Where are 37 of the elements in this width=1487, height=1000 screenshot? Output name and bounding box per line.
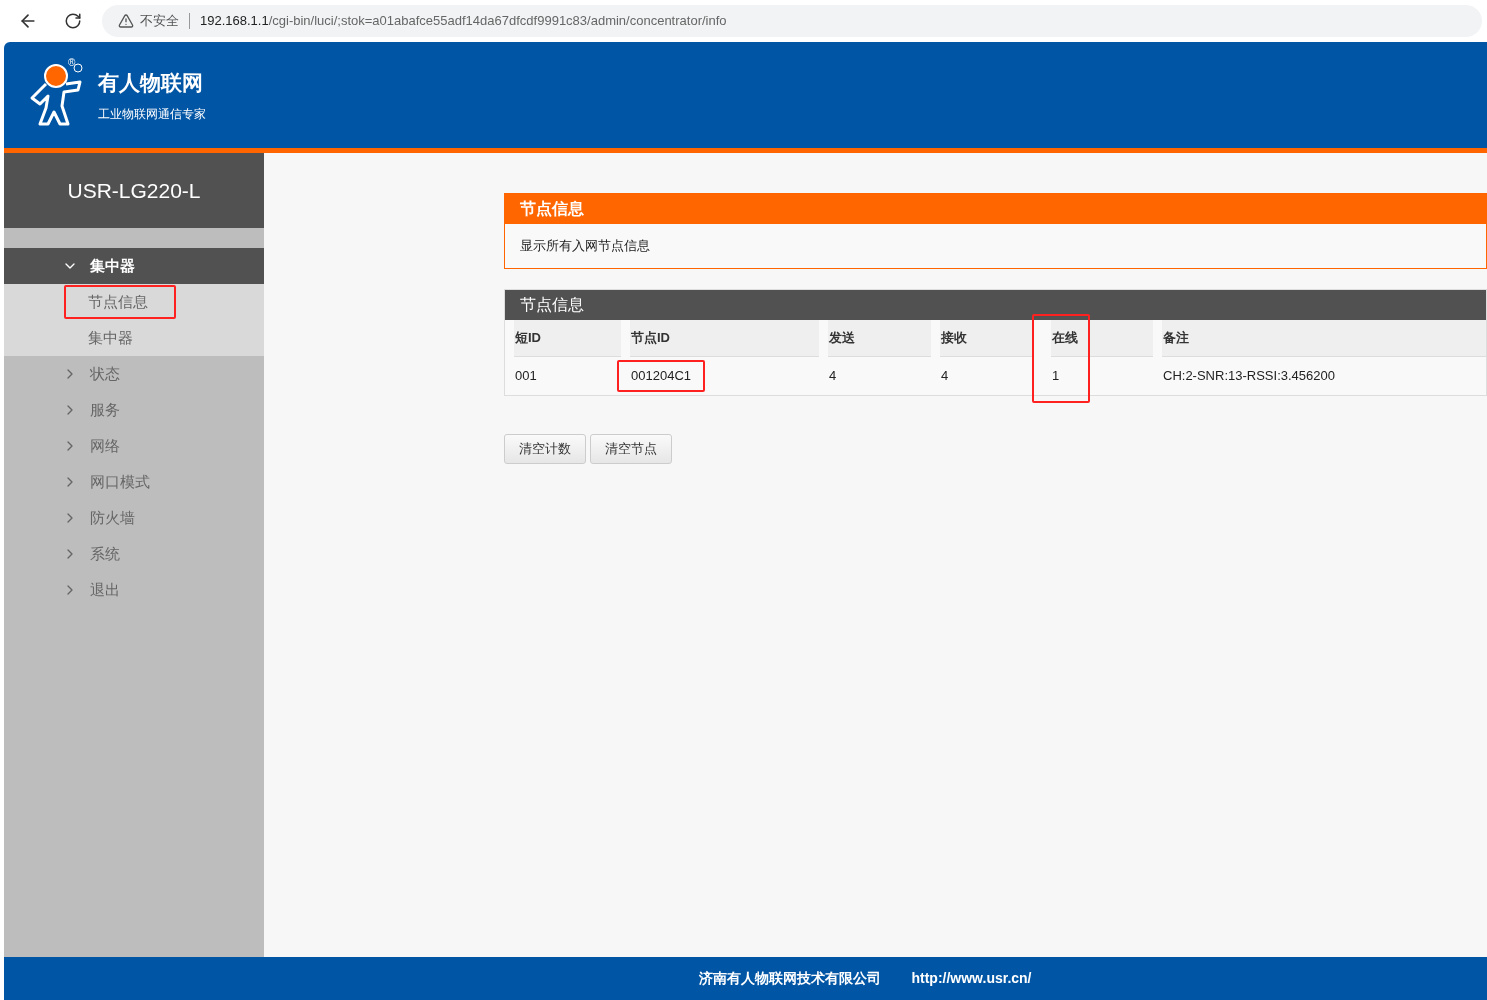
table-cell-text: 1: [1052, 367, 1060, 386]
table-cell: 001204C1: [617, 360, 705, 392]
registered-mark: ®: [68, 56, 76, 71]
column-header: 备注: [1162, 320, 1486, 357]
menu-item[interactable]: 网口模式: [4, 464, 264, 500]
address-bar[interactable]: 不安全 192.168.1.1/cgi-bin/luci/;stok=a01abafce55adf14da67dfcdf9991c83/admin/concentrator/info: [102, 5, 1482, 37]
brand-name: 有人物联网: [98, 70, 204, 97]
action-button[interactable]: 清空节点: [590, 434, 672, 464]
submenu-item[interactable]: 节点信息: [4, 284, 264, 320]
menu-item[interactable]: 服务: [4, 392, 264, 428]
table-cell-text: 001: [515, 367, 537, 386]
menu-item[interactable]: 防火墙: [4, 500, 264, 536]
menu-item[interactable]: 系统: [4, 536, 264, 572]
device-title: USR-LG220-L: [4, 153, 264, 228]
company-name: 济南有人物联网技术有限公司: [699, 969, 882, 988]
table-cell-text: 4: [941, 367, 949, 386]
menu-item[interactable]: 状态: [4, 356, 264, 392]
column-header: 在线: [1051, 320, 1153, 357]
website-link[interactable]: http://www.usr.cn/: [911, 968, 1032, 989]
column-header: 节点ID: [630, 320, 819, 357]
security-label: 不安全: [140, 12, 179, 31]
panel-title: 节点信息: [505, 194, 1486, 224]
submenu-item[interactable]: 集中器: [4, 320, 264, 356]
menu-item[interactable]: 退出: [4, 572, 264, 608]
table-cell-text: 4: [829, 367, 837, 386]
url-text: 192.168.1.1/cgi-bin/luci/;stok=a01abafce55adf14da67dfcdf9991c83/admin/concentrator/info: [200, 12, 727, 31]
reload-button[interactable]: [64, 12, 82, 30]
brand-slogan: 工业物联网通信专家: [98, 105, 206, 123]
column-header: 短ID: [514, 320, 621, 357]
table-title: 节点信息: [505, 290, 1486, 320]
warning-icon: [118, 13, 134, 29]
column-header: 接收: [940, 320, 1032, 357]
action-button[interactable]: 清空计数: [504, 434, 586, 464]
column-header: 发送: [828, 320, 931, 357]
table-cell-text: CH:2-SNR:13-RSSI:3.456200: [1163, 367, 1335, 386]
panel-description: 显示所有入网节点信息: [519, 237, 651, 256]
menu-item[interactable]: 网络: [4, 428, 264, 464]
